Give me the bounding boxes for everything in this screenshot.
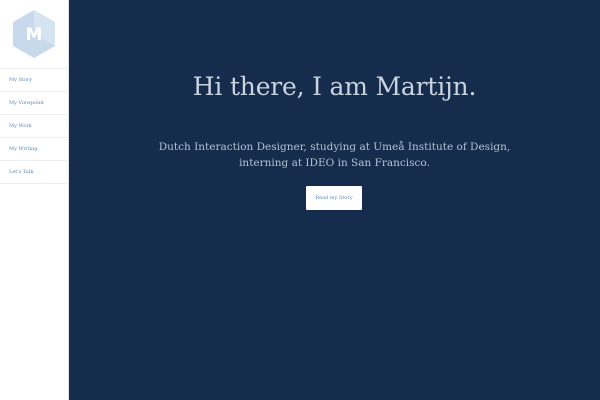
hexagon-m-logo-icon: M — [13, 10, 55, 58]
logo-letter: M — [26, 25, 43, 45]
sidebar-item-my-work[interactable]: My Work — [0, 115, 68, 138]
hero-subtitle-line-1: Dutch Interaction Designer, studying at … — [158, 141, 511, 153]
read-my-story-button[interactable]: Read my Story — [306, 186, 362, 210]
sidebar-item-lets-talk[interactable]: Let's Talk — [0, 161, 68, 184]
sidebar-item-my-story[interactable]: My Story — [0, 69, 68, 92]
hero-section: Hi there, I am Martijn. Dutch Interactio… — [69, 0, 600, 400]
sidebar: M My Story My Viewpoint My Work My Writi… — [0, 0, 69, 400]
hero-subtitle: Dutch Interaction Designer, studying at … — [69, 139, 600, 171]
sidebar-item-my-viewpoint[interactable]: My Viewpoint — [0, 92, 68, 115]
page: M My Story My Viewpoint My Work My Writi… — [0, 0, 600, 400]
logo[interactable]: M — [0, 0, 68, 69]
hero-title: Hi there, I am Martijn. — [192, 72, 477, 101]
sidebar-nav: My Story My Viewpoint My Work My Writing… — [0, 69, 68, 184]
sidebar-item-my-writing[interactable]: My Writing — [0, 138, 68, 161]
hero-subtitle-line-2: interning at IDEO in San Francisco. — [239, 157, 430, 169]
